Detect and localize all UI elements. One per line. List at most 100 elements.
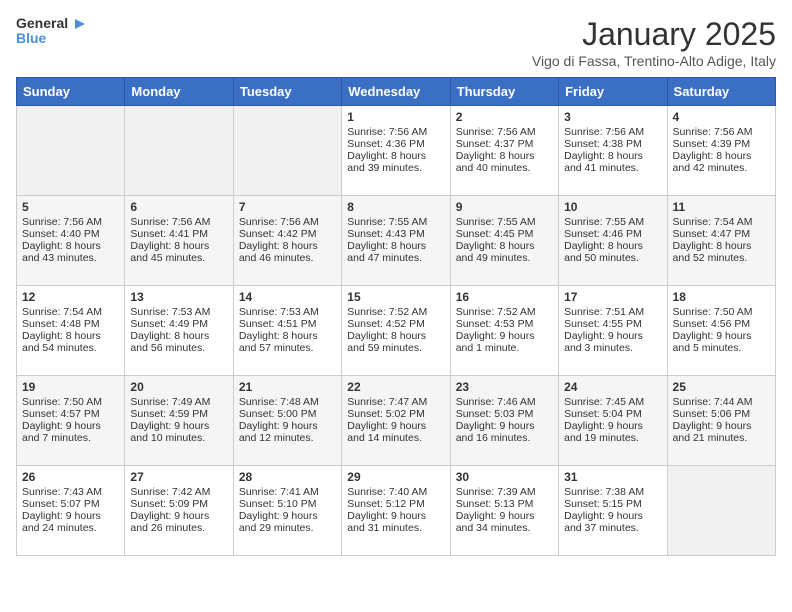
calendar-cell: 9 Sunrise: 7:55 AM Sunset: 4:45 PM Dayli…	[450, 196, 558, 286]
calendar-cell: 31 Sunrise: 7:38 AM Sunset: 5:15 PM Dayl…	[559, 466, 667, 556]
daylight-text: Daylight: 8 hours and 43 minutes.	[22, 240, 101, 264]
daylight-text: Daylight: 8 hours and 40 minutes.	[456, 150, 535, 174]
sunset-text: Sunset: 5:07 PM	[22, 498, 100, 510]
calendar-cell: 28 Sunrise: 7:41 AM Sunset: 5:10 PM Dayl…	[233, 466, 341, 556]
daylight-text: Daylight: 9 hours and 14 minutes.	[347, 420, 426, 444]
calendar-cell: 2 Sunrise: 7:56 AM Sunset: 4:37 PM Dayli…	[450, 106, 558, 196]
day-header-saturday: Saturday	[667, 78, 775, 106]
calendar-cell	[667, 466, 775, 556]
day-number: 14	[239, 290, 336, 304]
sunrise-text: Sunrise: 7:56 AM	[22, 216, 102, 228]
location-subtitle: Vigo di Fassa, Trentino-Alto Adige, Ital…	[532, 53, 776, 69]
calendar-table: SundayMondayTuesdayWednesdayThursdayFrid…	[16, 77, 776, 556]
calendar-cell: 13 Sunrise: 7:53 AM Sunset: 4:49 PM Dayl…	[125, 286, 233, 376]
sunrise-text: Sunrise: 7:52 AM	[456, 306, 536, 318]
daylight-text: Daylight: 9 hours and 19 minutes.	[564, 420, 643, 444]
sunrise-text: Sunrise: 7:56 AM	[130, 216, 210, 228]
sunrise-text: Sunrise: 7:54 AM	[673, 216, 753, 228]
daylight-text: Daylight: 8 hours and 50 minutes.	[564, 240, 643, 264]
sunset-text: Sunset: 4:43 PM	[347, 228, 425, 240]
sunrise-text: Sunrise: 7:43 AM	[22, 486, 102, 498]
calendar-cell: 25 Sunrise: 7:44 AM Sunset: 5:06 PM Dayl…	[667, 376, 775, 466]
sunset-text: Sunset: 5:09 PM	[130, 498, 208, 510]
daylight-text: Daylight: 8 hours and 57 minutes.	[239, 330, 318, 354]
sunset-text: Sunset: 4:40 PM	[22, 228, 100, 240]
sunrise-text: Sunrise: 7:39 AM	[456, 486, 536, 498]
daylight-text: Daylight: 8 hours and 52 minutes.	[673, 240, 752, 264]
daylight-text: Daylight: 9 hours and 3 minutes.	[564, 330, 643, 354]
calendar-cell: 1 Sunrise: 7:56 AM Sunset: 4:36 PM Dayli…	[342, 106, 450, 196]
sunset-text: Sunset: 4:55 PM	[564, 318, 642, 330]
sunrise-text: Sunrise: 7:55 AM	[456, 216, 536, 228]
day-number: 15	[347, 290, 444, 304]
sunrise-text: Sunrise: 7:53 AM	[130, 306, 210, 318]
sunset-text: Sunset: 4:59 PM	[130, 408, 208, 420]
calendar-cell: 12 Sunrise: 7:54 AM Sunset: 4:48 PM Dayl…	[17, 286, 125, 376]
calendar-cell	[125, 106, 233, 196]
day-number: 7	[239, 200, 336, 214]
sunset-text: Sunset: 5:06 PM	[673, 408, 751, 420]
sunrise-text: Sunrise: 7:56 AM	[673, 126, 753, 138]
sunrise-text: Sunrise: 7:47 AM	[347, 396, 427, 408]
calendar-cell: 7 Sunrise: 7:56 AM Sunset: 4:42 PM Dayli…	[233, 196, 341, 286]
sunrise-text: Sunrise: 7:50 AM	[22, 396, 102, 408]
day-number: 16	[456, 290, 553, 304]
sunset-text: Sunset: 5:10 PM	[239, 498, 317, 510]
sunset-text: Sunset: 5:03 PM	[456, 408, 534, 420]
day-number: 22	[347, 380, 444, 394]
sunset-text: Sunset: 4:48 PM	[22, 318, 100, 330]
sunset-text: Sunset: 5:12 PM	[347, 498, 425, 510]
sunset-text: Sunset: 4:57 PM	[22, 408, 100, 420]
calendar-cell: 26 Sunrise: 7:43 AM Sunset: 5:07 PM Dayl…	[17, 466, 125, 556]
sunrise-text: Sunrise: 7:42 AM	[130, 486, 210, 498]
daylight-text: Daylight: 8 hours and 49 minutes.	[456, 240, 535, 264]
days-header-row: SundayMondayTuesdayWednesdayThursdayFrid…	[17, 78, 776, 106]
day-header-sunday: Sunday	[17, 78, 125, 106]
calendar-cell: 23 Sunrise: 7:46 AM Sunset: 5:03 PM Dayl…	[450, 376, 558, 466]
daylight-text: Daylight: 9 hours and 24 minutes.	[22, 510, 101, 534]
day-number: 18	[673, 290, 770, 304]
daylight-text: Daylight: 9 hours and 16 minutes.	[456, 420, 535, 444]
calendar-cell: 17 Sunrise: 7:51 AM Sunset: 4:55 PM Dayl…	[559, 286, 667, 376]
day-number: 8	[347, 200, 444, 214]
sunset-text: Sunset: 4:39 PM	[673, 138, 751, 150]
calendar-cell: 16 Sunrise: 7:52 AM Sunset: 4:53 PM Dayl…	[450, 286, 558, 376]
calendar-cell: 3 Sunrise: 7:56 AM Sunset: 4:38 PM Dayli…	[559, 106, 667, 196]
sunset-text: Sunset: 4:38 PM	[564, 138, 642, 150]
sunrise-text: Sunrise: 7:51 AM	[564, 306, 644, 318]
daylight-text: Daylight: 8 hours and 39 minutes.	[347, 150, 426, 174]
calendar-week-1: 1 Sunrise: 7:56 AM Sunset: 4:36 PM Dayli…	[17, 106, 776, 196]
calendar-week-5: 26 Sunrise: 7:43 AM Sunset: 5:07 PM Dayl…	[17, 466, 776, 556]
sunset-text: Sunset: 4:52 PM	[347, 318, 425, 330]
sunrise-text: Sunrise: 7:50 AM	[673, 306, 753, 318]
sunrise-text: Sunrise: 7:56 AM	[239, 216, 319, 228]
day-number: 2	[456, 110, 553, 124]
daylight-text: Daylight: 9 hours and 21 minutes.	[673, 420, 752, 444]
day-number: 21	[239, 380, 336, 394]
calendar-cell	[17, 106, 125, 196]
calendar-week-4: 19 Sunrise: 7:50 AM Sunset: 4:57 PM Dayl…	[17, 376, 776, 466]
daylight-text: Daylight: 9 hours and 1 minute.	[456, 330, 535, 354]
logo-text-block: General Blue	[16, 16, 87, 47]
sunset-text: Sunset: 4:51 PM	[239, 318, 317, 330]
daylight-text: Daylight: 8 hours and 46 minutes.	[239, 240, 318, 264]
calendar-cell: 30 Sunrise: 7:39 AM Sunset: 5:13 PM Dayl…	[450, 466, 558, 556]
sunset-text: Sunset: 4:36 PM	[347, 138, 425, 150]
calendar-cell: 21 Sunrise: 7:48 AM Sunset: 5:00 PM Dayl…	[233, 376, 341, 466]
sunrise-text: Sunrise: 7:46 AM	[456, 396, 536, 408]
day-number: 25	[673, 380, 770, 394]
day-number: 19	[22, 380, 119, 394]
day-header-thursday: Thursday	[450, 78, 558, 106]
day-number: 26	[22, 470, 119, 484]
sunset-text: Sunset: 5:15 PM	[564, 498, 642, 510]
sunset-text: Sunset: 4:53 PM	[456, 318, 534, 330]
day-number: 29	[347, 470, 444, 484]
daylight-text: Daylight: 9 hours and 10 minutes.	[130, 420, 209, 444]
month-title: January 2025	[532, 16, 776, 53]
logo-blue: Blue	[16, 30, 46, 46]
sunset-text: Sunset: 4:45 PM	[456, 228, 534, 240]
calendar-cell: 4 Sunrise: 7:56 AM Sunset: 4:39 PM Dayli…	[667, 106, 775, 196]
day-number: 24	[564, 380, 661, 394]
title-block: January 2025 Vigo di Fassa, Trentino-Alt…	[532, 16, 776, 69]
daylight-text: Daylight: 8 hours and 54 minutes.	[22, 330, 101, 354]
